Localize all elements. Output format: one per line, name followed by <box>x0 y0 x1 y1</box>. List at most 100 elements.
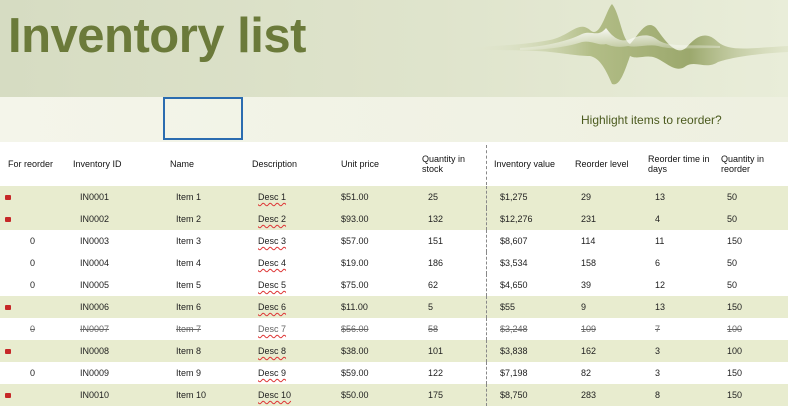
cell-for-reorder[interactable]: 0 <box>30 258 35 269</box>
table-row[interactable]: IN0002 Item 2 Desc 2 $93.00 132 $12,276 231 4 50 <box>0 208 788 230</box>
cell-reorder-level[interactable]: 158 <box>581 258 596 269</box>
cell-inventory-value[interactable]: $3,838 <box>500 346 528 357</box>
cell-inventory-id[interactable]: IN0007 <box>80 324 109 335</box>
header-name[interactable]: Name <box>170 159 194 169</box>
cell-unit-price[interactable]: $57.00 <box>341 236 369 247</box>
header-reorder-time[interactable]: Reorder time in days <box>648 154 714 174</box>
cell-reorder-level[interactable]: 82 <box>581 368 591 379</box>
cell-reorder-level[interactable]: 29 <box>581 192 591 203</box>
cell-quantity[interactable]: 122 <box>428 368 443 379</box>
cell-reorder-days[interactable]: 12 <box>655 280 665 291</box>
cell-unit-price[interactable]: $38.00 <box>341 346 369 357</box>
cell-inventory-id[interactable]: IN0005 <box>80 280 109 291</box>
cell-reorder-quantity[interactable]: 100 <box>727 324 742 335</box>
cell-reorder-level[interactable]: 39 <box>581 280 591 291</box>
cell-reorder-days[interactable]: 8 <box>655 390 660 401</box>
cell-description[interactable]: Desc 7 <box>258 324 286 335</box>
cell-reorder-level[interactable]: 9 <box>581 302 586 313</box>
cell-reorder-level[interactable]: 109 <box>581 324 596 335</box>
cell-reorder-days[interactable]: 4 <box>655 214 660 225</box>
cell-quantity[interactable]: 175 <box>428 390 443 401</box>
cell-quantity[interactable]: 25 <box>428 192 438 203</box>
cell-inventory-value[interactable]: $1,275 <box>500 192 528 203</box>
cell-reorder-quantity[interactable]: 150 <box>727 368 742 379</box>
cell-inventory-value[interactable]: $8,750 <box>500 390 528 401</box>
selected-cell[interactable] <box>163 97 243 140</box>
cell-reorder-days[interactable]: 13 <box>655 302 665 313</box>
cell-name[interactable]: Item 2 <box>176 214 201 225</box>
cell-description[interactable]: Desc 5 <box>258 280 286 291</box>
cell-inventory-value[interactable]: $3,534 <box>500 258 528 269</box>
cell-unit-price[interactable]: $19.00 <box>341 258 369 269</box>
cell-reorder-days[interactable]: 3 <box>655 368 660 379</box>
table-row[interactable]: IN0001 Item 1 Desc 1 $51.00 25 $1,275 29 13 50 <box>0 186 788 208</box>
cell-name[interactable]: Item 1 <box>176 192 201 203</box>
cell-name[interactable]: Item 7 <box>176 324 201 335</box>
cell-description[interactable]: Desc 6 <box>258 302 286 313</box>
cell-description[interactable]: Desc 1 <box>258 192 286 203</box>
cell-inventory-id[interactable]: IN0001 <box>80 192 109 203</box>
header-inventory-id[interactable]: Inventory ID <box>73 159 122 169</box>
cell-name[interactable]: Item 3 <box>176 236 201 247</box>
cell-unit-price[interactable]: $93.00 <box>341 214 369 225</box>
cell-reorder-level[interactable]: 114 <box>581 236 595 247</box>
cell-quantity[interactable]: 5 <box>428 302 433 313</box>
cell-unit-price[interactable]: $59.00 <box>341 368 369 379</box>
cell-description[interactable]: Desc 8 <box>258 346 286 357</box>
cell-for-reorder[interactable]: 0 <box>30 236 35 247</box>
cell-inventory-value[interactable]: $4,650 <box>500 280 528 291</box>
cell-quantity[interactable]: 58 <box>428 324 438 335</box>
cell-reorder-days[interactable]: 7 <box>655 324 660 335</box>
cell-for-reorder[interactable]: 0 <box>30 280 35 291</box>
cell-inventory-id[interactable]: IN0002 <box>80 214 109 225</box>
cell-reorder-quantity[interactable]: 50 <box>727 258 737 269</box>
header-inventory-value[interactable]: Inventory value <box>494 159 555 169</box>
cell-quantity[interactable]: 186 <box>428 258 443 269</box>
cell-reorder-level[interactable]: 162 <box>581 346 596 357</box>
cell-reorder-level[interactable]: 231 <box>581 214 596 225</box>
cell-name[interactable]: Item 4 <box>176 258 201 269</box>
cell-unit-price[interactable]: $50.00 <box>341 390 369 401</box>
table-row[interactable]: IN0006 Item 6 Desc 6 $11.00 5 $55 9 13 150 <box>0 296 788 318</box>
cell-inventory-id[interactable]: IN0004 <box>80 258 109 269</box>
cell-quantity[interactable]: 101 <box>428 346 443 357</box>
cell-inventory-id[interactable]: IN0008 <box>80 346 109 357</box>
header-quantity-in-reorder[interactable]: Quantity in reorder <box>721 154 771 174</box>
table-row[interactable]: 0 IN0003 Item 3 Desc 3 $57.00 151 $8,607 114 11 1… <box>0 230 788 252</box>
cell-inventory-id[interactable]: IN0006 <box>80 302 109 313</box>
cell-for-reorder[interactable]: 0 <box>30 368 35 379</box>
cell-inventory-value[interactable]: $55 <box>500 302 515 313</box>
cell-name[interactable]: Item 10 <box>176 390 206 401</box>
cell-name[interactable]: Item 8 <box>176 346 201 357</box>
cell-unit-price[interactable]: $11.00 <box>341 302 368 313</box>
cell-unit-price[interactable]: $51.00 <box>341 192 369 203</box>
cell-name[interactable]: Item 9 <box>176 368 201 379</box>
header-reorder-level[interactable]: Reorder level <box>575 159 629 169</box>
cell-name[interactable]: Item 5 <box>176 280 201 291</box>
cell-reorder-quantity[interactable]: 50 <box>727 280 737 291</box>
cell-reorder-quantity[interactable]: 50 <box>727 214 737 225</box>
cell-inventory-id[interactable]: IN0009 <box>80 368 109 379</box>
cell-inventory-value[interactable]: $3,248 <box>500 324 528 335</box>
cell-name[interactable]: Item 6 <box>176 302 201 313</box>
table-row[interactable]: 0 IN0004 Item 4 Desc 4 $19.00 186 $3,534 158 6 50 <box>0 252 788 274</box>
cell-inventory-id[interactable]: IN0010 <box>80 390 109 401</box>
table-row[interactable]: IN0008 Item 8 Desc 8 $38.00 101 $3,838 162 3 100 <box>0 340 788 362</box>
cell-quantity[interactable]: 62 <box>428 280 438 291</box>
cell-unit-price[interactable]: $75.00 <box>341 280 369 291</box>
cell-unit-price[interactable]: $56.00 <box>341 324 369 335</box>
table-row[interactable]: 0 IN0007 Item 7 Desc 7 $56.00 58 $3,248 109 7 100 <box>0 318 788 340</box>
header-unit-price[interactable]: Unit price <box>341 159 379 169</box>
cell-reorder-days[interactable]: 11 <box>655 236 664 247</box>
cell-inventory-value[interactable]: $7,198 <box>500 368 528 379</box>
cell-for-reorder[interactable]: 0 <box>30 324 35 335</box>
table-row[interactable]: 0 IN0005 Item 5 Desc 5 $75.00 62 $4,650 39 12 50 <box>0 274 788 296</box>
cell-description[interactable]: Desc 9 <box>258 368 286 379</box>
cell-reorder-days[interactable]: 3 <box>655 346 660 357</box>
cell-quantity[interactable]: 151 <box>428 236 443 247</box>
cell-inventory-value[interactable]: $12,276 <box>500 214 533 225</box>
table-row[interactable]: 0 IN0009 Item 9 Desc 9 $59.00 122 $7,198 82 3 150 <box>0 362 788 384</box>
cell-reorder-days[interactable]: 13 <box>655 192 665 203</box>
cell-reorder-quantity[interactable]: 150 <box>727 302 742 313</box>
cell-inventory-value[interactable]: $8,607 <box>500 236 528 247</box>
